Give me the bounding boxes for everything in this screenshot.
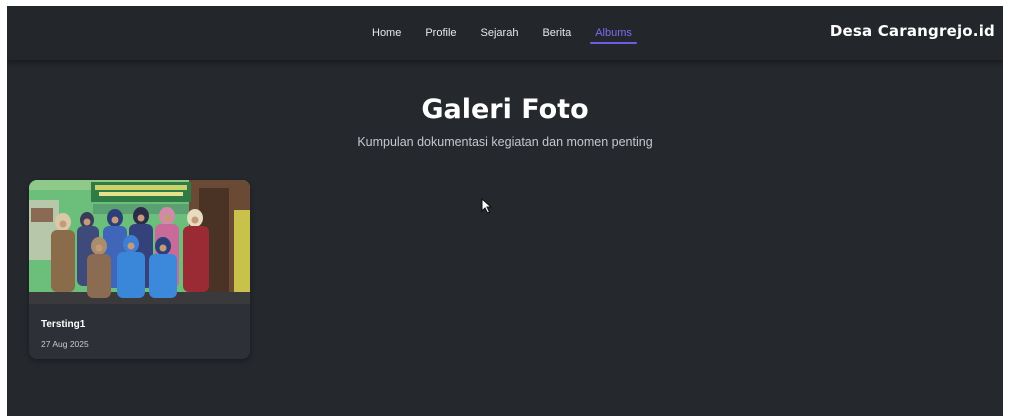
nav-link-berita[interactable]: Berita [530, 6, 583, 60]
album-date: 27 Aug 2025 [41, 339, 89, 349]
page-title: Galeri Foto [421, 94, 589, 125]
album-card[interactable]: Tersting1 27 Aug 2025 [29, 180, 250, 359]
album-title: Tersting1 [41, 319, 86, 330]
page-frame: Home Profile Sejarah Berita Albums Desa … [7, 6, 1003, 416]
mouse-pointer-icon [481, 198, 493, 214]
top-navbar: Home Profile Sejarah Berita Albums Desa … [7, 6, 1003, 60]
site-brand[interactable]: Desa Carangrejo.id [830, 22, 995, 40]
nav-link-home[interactable]: Home [360, 6, 413, 60]
nav-menu: Home Profile Sejarah Berita Albums [360, 6, 644, 60]
hero-section: Galeri Foto Kumpulan dokumentasi kegiata… [7, 94, 1003, 149]
nav-link-albums[interactable]: Albums [583, 6, 644, 60]
nav-link-sejarah[interactable]: Sejarah [469, 6, 531, 60]
nav-link-profile[interactable]: Profile [413, 6, 468, 60]
album-cover-photo [29, 180, 250, 304]
page-subtitle: Kumpulan dokumentasi kegiatan dan momen … [357, 135, 653, 149]
